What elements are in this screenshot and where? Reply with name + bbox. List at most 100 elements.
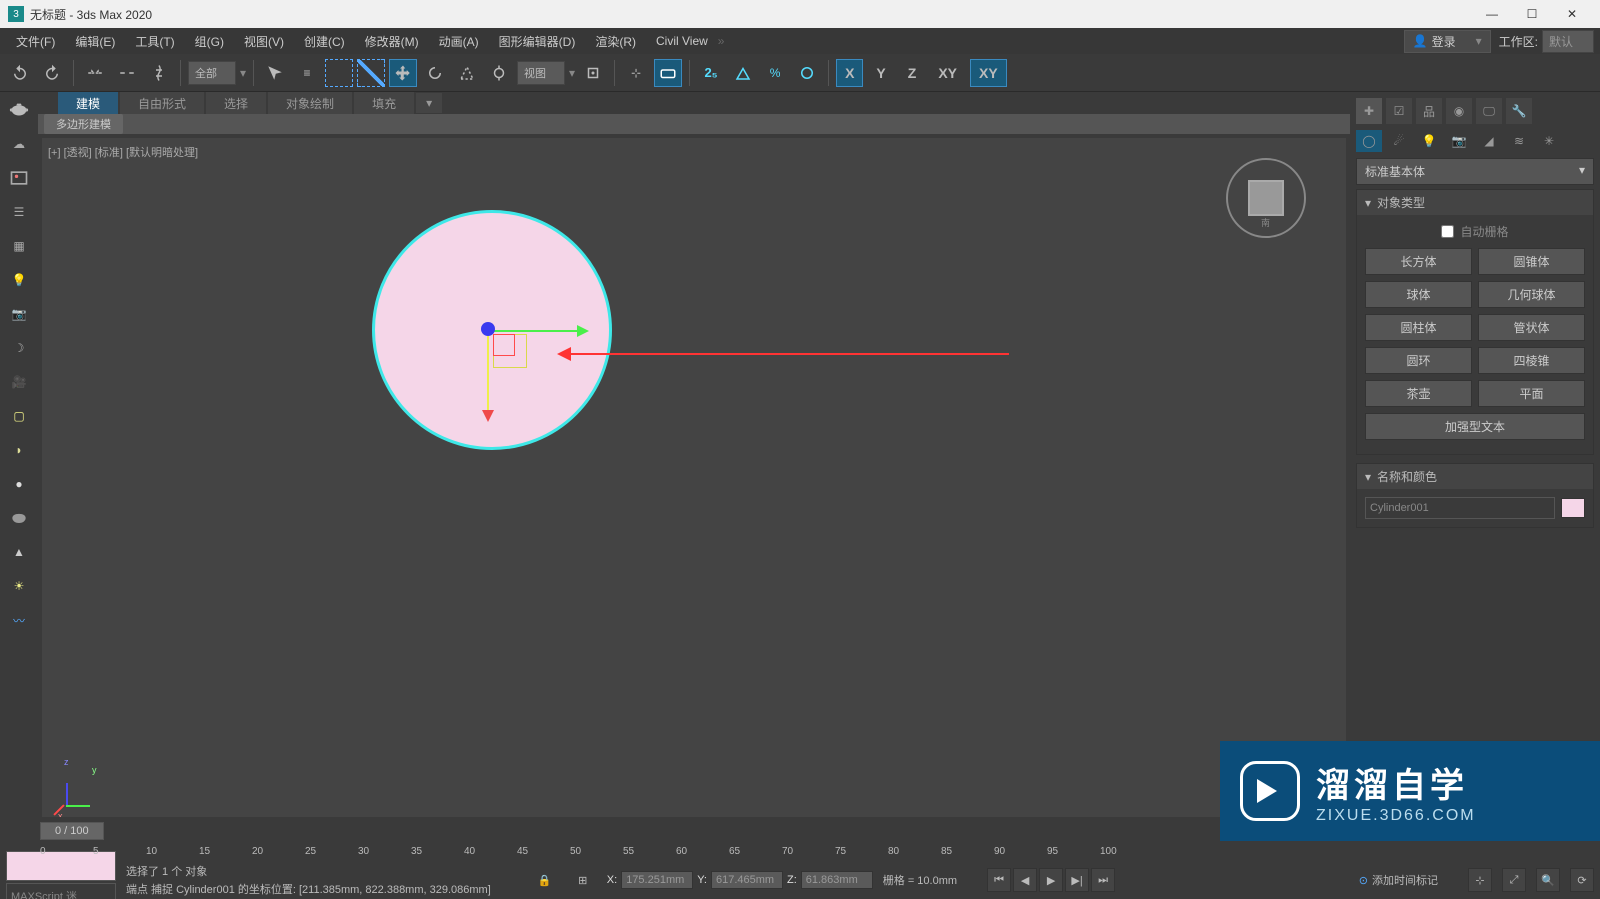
square-icon[interactable]: ▢: [5, 402, 33, 430]
prev-frame-button[interactable]: ◀: [1013, 868, 1037, 892]
menu-grapheditors[interactable]: 图形编辑器(D): [489, 29, 586, 54]
y-coord-input[interactable]: [711, 871, 783, 889]
motion-tab[interactable]: ◉: [1446, 98, 1472, 124]
menu-civilview[interactable]: Civil View: [646, 30, 718, 52]
pyramid-button[interactable]: 四棱锥: [1478, 347, 1585, 374]
autogrid-checkbox[interactable]: 自动栅格: [1365, 223, 1585, 240]
viewport-nav-2[interactable]: ⤢: [1502, 868, 1526, 892]
viewport[interactable]: [+] [透视] [标准] [默认明暗处理] 南: [42, 138, 1346, 817]
gizmo-x-axis[interactable]: [487, 330, 587, 332]
box-button[interactable]: 长方体: [1365, 248, 1472, 275]
spinner-snap-button[interactable]: [793, 59, 821, 87]
cone-icon[interactable]: ▲: [5, 538, 33, 566]
use-pivot-center-button[interactable]: [579, 59, 607, 87]
cameras-subtab[interactable]: 📷: [1446, 130, 1472, 152]
restrict-y-button[interactable]: Y: [867, 59, 894, 87]
menu-file[interactable]: 文件(F): [6, 29, 65, 54]
create-tab[interactable]: ✚: [1356, 98, 1382, 124]
x-coord-input[interactable]: [621, 871, 693, 889]
light-icon[interactable]: 💡: [5, 266, 33, 294]
plane-button[interactable]: 平面: [1478, 380, 1585, 407]
select-place-button[interactable]: [485, 59, 513, 87]
menu-animation[interactable]: 动画(A): [429, 29, 489, 54]
menu-rendering[interactable]: 渲染(R): [585, 29, 646, 54]
next-frame-button[interactable]: ▶|: [1065, 868, 1089, 892]
category-dropdown[interactable]: 标准基本体 ▾: [1356, 158, 1594, 185]
select-object-button[interactable]: [261, 59, 289, 87]
geometry-subtab[interactable]: ◯: [1356, 130, 1382, 152]
maximize-button[interactable]: ☐: [1512, 0, 1552, 28]
gizmo-y-axis[interactable]: [487, 330, 489, 420]
sign-in-button[interactable]: 👤 登录 ▾: [1404, 30, 1491, 53]
tab-freeform[interactable]: 自由形式: [120, 92, 204, 115]
modify-tab[interactable]: ☑: [1386, 98, 1412, 124]
sun-icon[interactable]: ☀: [5, 572, 33, 600]
systems-subtab[interactable]: ✳: [1536, 130, 1562, 152]
menu-group[interactable]: 组(G): [185, 29, 234, 54]
link-button[interactable]: [81, 59, 109, 87]
goto-end-button[interactable]: ⏭: [1091, 868, 1115, 892]
goto-start-button[interactable]: ⏮: [987, 868, 1011, 892]
sphere-icon[interactable]: ●: [5, 470, 33, 498]
window-crossing-button[interactable]: [357, 59, 385, 87]
angle-snap-button[interactable]: [729, 59, 757, 87]
tab-expand[interactable]: ▾: [416, 93, 442, 113]
select-by-name-button[interactable]: ≡: [293, 59, 321, 87]
spacewarps-subtab[interactable]: ≋: [1506, 130, 1532, 152]
bind-button[interactable]: [145, 59, 173, 87]
moon-icon[interactable]: ☽: [5, 334, 33, 362]
viewport-nav-3[interactable]: 🔍: [1536, 868, 1560, 892]
timetag-icon[interactable]: ⊙: [1359, 874, 1368, 887]
restrict-xy-button[interactable]: XY: [929, 59, 966, 87]
teapot-icon[interactable]: [5, 96, 33, 124]
torus-button[interactable]: 圆环: [1365, 347, 1472, 374]
videocam-icon[interactable]: 🎥: [5, 368, 33, 396]
rollout-header-name-color[interactable]: ▾名称和颜色: [1357, 464, 1593, 489]
object-color-swatch[interactable]: [1561, 498, 1585, 518]
teapot-button[interactable]: 茶壶: [1365, 380, 1472, 407]
unlink-button[interactable]: [113, 59, 141, 87]
dome-icon[interactable]: ◗: [5, 436, 33, 464]
undo-button[interactable]: [6, 59, 34, 87]
select-manipulate-button[interactable]: ⊹: [622, 59, 650, 87]
textplus-button[interactable]: 加强型文本: [1365, 413, 1585, 440]
camera-icon[interactable]: 📷: [5, 300, 33, 328]
object-name-input[interactable]: [1365, 497, 1555, 519]
viewport-label[interactable]: [+] [透视] [标准] [默认明暗处理]: [48, 144, 198, 160]
select-region-button[interactable]: [325, 59, 353, 87]
keyboard-shortcut-override-button[interactable]: [654, 59, 682, 87]
image-icon[interactable]: [5, 164, 33, 192]
menu-views[interactable]: 视图(V): [234, 29, 294, 54]
tube-button[interactable]: 管状体: [1478, 314, 1585, 341]
workspace-selector[interactable]: 工作区: 默认: [1499, 30, 1594, 53]
minimize-button[interactable]: —: [1472, 0, 1512, 28]
hierarchy-tab[interactable]: 品: [1416, 98, 1442, 124]
helpers-subtab[interactable]: ◢: [1476, 130, 1502, 152]
sphere-button[interactable]: 球体: [1365, 281, 1472, 308]
selection-filter[interactable]: 全部: [188, 61, 236, 85]
workspace-value[interactable]: 默认: [1542, 30, 1594, 53]
snap-toggle-button[interactable]: 2₅: [697, 59, 725, 87]
tab-object-paint[interactable]: 对象绘制: [268, 92, 352, 115]
viewport-nav-1[interactable]: ⊹: [1468, 868, 1492, 892]
shapes-subtab[interactable]: ☄: [1386, 130, 1412, 152]
rollout-header-object-type[interactable]: ▾对象类型: [1357, 190, 1593, 215]
ref-coord-system[interactable]: 视图: [517, 61, 565, 85]
select-move-button[interactable]: [389, 59, 417, 87]
add-time-tag[interactable]: 添加时间标记: [1372, 872, 1438, 888]
play-button[interactable]: ▶: [1039, 868, 1063, 892]
menu-modifiers[interactable]: 修改器(M): [355, 29, 429, 54]
menu-tools[interactable]: 工具(T): [125, 29, 184, 54]
move-gizmo[interactable]: [487, 328, 607, 448]
wave-icon[interactable]: 〰: [5, 606, 33, 634]
restrict-xyz-button[interactable]: XY: [970, 59, 1007, 87]
utilities-tab[interactable]: 🔧: [1506, 98, 1532, 124]
select-scale-button[interactable]: [453, 59, 481, 87]
cylinder-button[interactable]: 圆柱体: [1365, 314, 1472, 341]
time-slider-thumb[interactable]: 0 / 100: [40, 822, 104, 840]
restrict-x-button[interactable]: X: [836, 59, 863, 87]
percent-snap-button[interactable]: %: [761, 59, 789, 87]
selection-lock-icon[interactable]: 🔒: [531, 866, 559, 894]
viewport-nav-4[interactable]: ⟳: [1570, 868, 1594, 892]
cone-button[interactable]: 圆锥体: [1478, 248, 1585, 275]
